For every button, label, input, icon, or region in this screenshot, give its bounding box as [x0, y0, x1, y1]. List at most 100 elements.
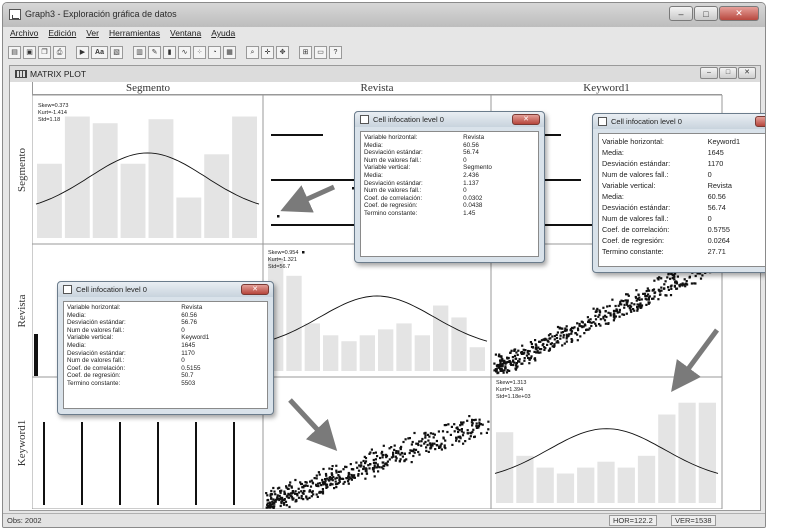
help-icon[interactable]: ? — [329, 45, 342, 59]
menu-archivo[interactable]: Archivo — [10, 28, 38, 42]
scatter-point — [604, 322, 607, 325]
matrix-close-button[interactable]: ✕ — [738, 67, 756, 79]
matrix-maximize-button[interactable]: □ — [719, 67, 737, 79]
scatter-point — [278, 494, 281, 497]
matrix-plot-title: MATRIX PLOT — [30, 69, 87, 79]
info-label: Media: — [67, 341, 86, 349]
menu-ayuda[interactable]: Ayuda — [211, 28, 235, 42]
scatter-point — [626, 303, 629, 306]
scatter-point — [512, 359, 515, 362]
scatter-point — [646, 287, 649, 290]
title-bar[interactable]: Graph3 - Exploración gráfica de datos – … — [3, 3, 765, 27]
scatter-point — [485, 431, 488, 434]
table-icon[interactable]: ▦ — [223, 45, 236, 59]
scatter-point — [523, 359, 526, 362]
histogram-icon[interactable]: ▥ — [133, 45, 146, 59]
scatter-point — [599, 318, 602, 321]
move-icon[interactable]: ✥ — [276, 45, 289, 59]
scatter-point — [283, 490, 286, 493]
scatter-point — [402, 440, 405, 444]
scatter-point — [318, 490, 321, 493]
dialog-titlebar[interactable]: Cell infocation level 0 ✕ — [593, 114, 765, 129]
grid-icon[interactable]: ⊞ — [299, 45, 312, 59]
dialog-close-button[interactable]: ✕ — [755, 116, 765, 127]
scatter-point — [506, 369, 509, 372]
info-label: Variable vertical: — [67, 334, 114, 342]
font-icon[interactable]: Aa — [91, 45, 108, 59]
menu-ventana[interactable]: Ventana — [170, 28, 201, 42]
scatter-point — [395, 450, 398, 453]
scatter-point — [625, 293, 628, 296]
scatter-point — [586, 316, 589, 319]
scatter-point — [335, 486, 338, 489]
cell-info-dialog-revista-keyword[interactable]: Cell infocation level 0 ✕ Variable horiz… — [57, 281, 274, 415]
scatter-point — [587, 328, 590, 331]
dialog-body: Variable horizontal: Revista Media: 60.56 De… — [63, 301, 268, 409]
bar-icon[interactable]: ▮ — [163, 45, 176, 59]
cell-info-dialog-revista-segmento[interactable]: Cell infocation level 0 ✕ Variable horiz… — [354, 111, 545, 263]
zoom-icon[interactable]: ⌕ — [246, 45, 259, 59]
pie-icon[interactable]: ◔ — [208, 45, 221, 59]
stat-revista-std: Std=56.7 — [268, 264, 290, 270]
crosshair-icon[interactable]: ✛ — [261, 45, 274, 59]
image-icon[interactable]: ▧ — [110, 45, 123, 59]
matrix-minimize-button[interactable]: – — [700, 67, 718, 79]
print-icon[interactable]: ⎙ — [53, 45, 66, 59]
save-icon[interactable]: ▣ — [23, 45, 36, 59]
menu-edicion[interactable]: Edición — [48, 28, 76, 42]
scatter-point — [337, 470, 340, 473]
scatter-point — [669, 294, 673, 297]
minimize-button[interactable]: – — [669, 6, 693, 21]
dialog-titlebar[interactable]: Cell infocation level 0 ✕ — [355, 112, 544, 127]
matrix-plot-titlebar[interactable]: MATRIX PLOT – □ ✕ — [10, 66, 760, 82]
scatter-point — [350, 468, 353, 471]
scatter-point — [663, 283, 666, 286]
dialog-close-button[interactable]: ✕ — [512, 114, 540, 125]
close-button[interactable]: ✕ — [719, 6, 759, 21]
scatter-point — [565, 337, 568, 340]
brush-icon[interactable]: ✎ — [148, 45, 161, 59]
histogram-bar — [286, 275, 302, 371]
scatter-point — [356, 466, 359, 469]
menu-herramientas[interactable]: Herramientas — [109, 28, 160, 42]
pointer-icon[interactable]: ▶ — [76, 45, 89, 59]
scatter-point — [360, 472, 364, 475]
histogram-bar — [556, 473, 575, 503]
info-row: Variable vertical: Keyword1 — [67, 334, 264, 342]
dialog-titlebar[interactable]: Cell infocation level 0 ✕ — [58, 282, 273, 297]
line-chart-icon[interactable]: ∿ — [178, 45, 191, 59]
menu-ver[interactable]: Ver — [86, 28, 99, 42]
scatter-point — [669, 285, 672, 288]
scatter-point — [288, 505, 291, 508]
scatter-point — [429, 432, 432, 435]
dialog-close-button[interactable]: ✕ — [241, 284, 269, 295]
info-row: Variable horizontal: Revista — [67, 304, 264, 312]
scatter-point — [541, 344, 544, 347]
scatter-point — [481, 423, 484, 426]
scatter-point — [300, 490, 303, 493]
scatter-point — [342, 468, 345, 471]
open-icon[interactable]: ▤ — [8, 45, 21, 59]
scatter-point — [443, 424, 446, 427]
scatter-point — [417, 450, 420, 454]
scatter-point — [470, 421, 473, 424]
scatter-point — [393, 448, 396, 451]
scatter-point — [694, 274, 697, 278]
scatter-icon[interactable]: ⁘ — [193, 45, 206, 59]
scatter-point — [334, 483, 338, 486]
scatter-point — [311, 482, 315, 485]
scatter-point — [330, 468, 333, 471]
scatter-point — [346, 480, 350, 483]
scatter-point — [608, 304, 611, 308]
scatter-point — [614, 315, 617, 318]
histogram-bar — [414, 335, 430, 371]
cell-info-dialog-keyword-revista[interactable]: Cell infocation level 0 ✕ Variable horiz… — [592, 113, 765, 273]
scatter-point — [473, 419, 476, 422]
scatter-point — [455, 439, 458, 442]
scatter-point — [609, 312, 612, 315]
scatter-point — [277, 215, 280, 218]
maximize-button[interactable]: □ — [694, 6, 718, 21]
scatter-point — [276, 494, 279, 497]
copy-icon[interactable]: ❐ — [38, 45, 51, 59]
frame-icon[interactable]: ▭ — [314, 45, 327, 59]
